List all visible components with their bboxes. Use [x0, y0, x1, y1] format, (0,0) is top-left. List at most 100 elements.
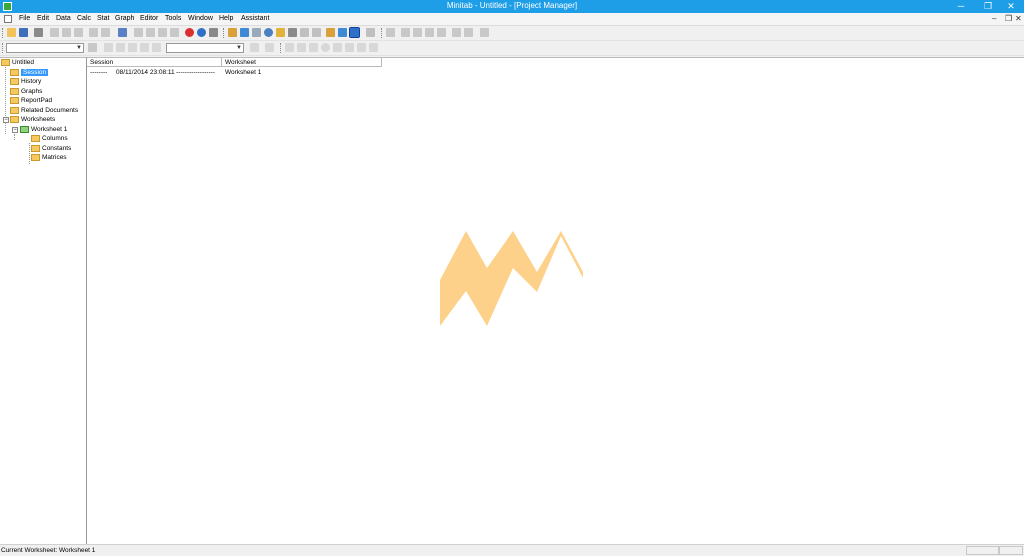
menu-help[interactable]: Help: [219, 15, 233, 22]
swap-icon[interactable]: [152, 43, 161, 52]
insert-cells-icon[interactable]: [134, 28, 143, 37]
last-dialog-icon[interactable]: [118, 28, 127, 37]
marker-tool-icon[interactable]: [357, 43, 366, 52]
stat-guide-icon[interactable]: [209, 28, 218, 37]
help-icon[interactable]: [197, 28, 206, 37]
polygon-tool-icon[interactable]: [345, 43, 354, 52]
crosshair-icon[interactable]: [128, 43, 137, 52]
delete-icon[interactable]: [250, 43, 259, 52]
menu-stat[interactable]: Stat: [97, 15, 109, 22]
expander-worksheet1[interactable]: −: [12, 127, 18, 133]
tree-item-related-documents[interactable]: Related Documents: [10, 106, 78, 115]
info-icon[interactable]: [264, 28, 273, 37]
folder-icon: [10, 87, 19, 95]
manage-graphs-icon[interactable]: [312, 28, 321, 37]
related-docs-icon[interactable]: [300, 28, 309, 37]
tree-item-session[interactable]: Session: [10, 68, 49, 77]
menu-bar: File Edit Data Calc Stat Graph Editor To…: [0, 13, 1024, 26]
polyline-tool-icon[interactable]: [369, 43, 378, 52]
tree-item-constants[interactable]: Constants: [31, 144, 71, 153]
tree-item-matrices[interactable]: Matrices: [31, 153, 67, 162]
flag-icon[interactable]: [140, 43, 149, 52]
cut-icon[interactable]: [50, 28, 59, 37]
graph-layout-icon[interactable]: [366, 28, 375, 37]
set-id-icon[interactable]: [464, 28, 473, 37]
formula-icon[interactable]: [386, 28, 395, 37]
toolbar-grip[interactable]: [280, 43, 283, 53]
menu-calc[interactable]: Calc: [77, 15, 91, 22]
find-next-icon[interactable]: [170, 28, 179, 37]
menu-editor[interactable]: Editor: [140, 15, 158, 22]
cancel-icon[interactable]: [185, 28, 194, 37]
menu-graph[interactable]: Graph: [115, 15, 134, 22]
select-tool-icon[interactable]: [104, 43, 113, 52]
toolbar-grip[interactable]: [223, 28, 226, 38]
open-icon[interactable]: [7, 28, 16, 37]
clear-icon[interactable]: [480, 28, 489, 37]
tree-item-columns[interactable]: Columns: [31, 134, 68, 143]
insert-rows-icon[interactable]: [146, 28, 155, 37]
show-session-icon[interactable]: [349, 27, 360, 38]
menu-tools[interactable]: Tools: [165, 15, 181, 22]
mdi-minimize-button[interactable]: –: [992, 14, 996, 23]
redo-icon[interactable]: [101, 28, 110, 37]
mdi-restore-button[interactable]: ❐: [1005, 14, 1012, 23]
paste-icon[interactable]: [74, 28, 83, 37]
pointer-icon[interactable]: [285, 43, 294, 52]
graph-element-combo[interactable]: ▼: [166, 43, 244, 53]
undo-icon[interactable]: [89, 28, 98, 37]
status-cell: [999, 546, 1023, 555]
tree-item-history[interactable]: History: [10, 77, 41, 86]
text-tool-icon[interactable]: [297, 43, 306, 52]
session-timestamp[interactable]: 08/11/2014 23:08:11: [116, 69, 175, 76]
copy-icon[interactable]: [62, 28, 71, 37]
line-tool-icon[interactable]: [333, 43, 342, 52]
close-button[interactable]: ✕: [1000, 0, 1022, 13]
tree-item-untitled[interactable]: Untitled: [1, 58, 34, 67]
toolbar-grip[interactable]: [2, 28, 5, 38]
move-column-icon[interactable]: [437, 28, 446, 37]
menu-window[interactable]: Window: [188, 15, 213, 22]
tree-item-reportpad[interactable]: ReportPad: [10, 96, 52, 105]
session-window-icon[interactable]: [228, 28, 237, 37]
expander-worksheets[interactable]: −: [3, 117, 9, 123]
pen-tool-icon[interactable]: [116, 43, 125, 52]
column-header-worksheet[interactable]: Worksheet: [222, 58, 382, 67]
menu-edit[interactable]: Edit: [37, 15, 49, 22]
history-icon[interactable]: [276, 28, 285, 37]
brush-icon[interactable]: [401, 28, 410, 37]
toolbar-grip[interactable]: [2, 43, 5, 53]
toolbar-grip[interactable]: [381, 28, 384, 38]
worksheet-cell[interactable]: Worksheet 1: [225, 69, 261, 76]
maximize-button[interactable]: ❐: [977, 0, 999, 13]
brush-tool-icon[interactable]: [88, 43, 97, 52]
show-worksheet-icon[interactable]: [338, 28, 347, 37]
worksheet-combo[interactable]: ▼: [6, 43, 84, 53]
zoom-icon[interactable]: [265, 43, 274, 52]
mdi-close-button[interactable]: ✕: [1015, 14, 1022, 23]
insert-row-icon[interactable]: [413, 28, 422, 37]
document-icon[interactable]: [4, 15, 12, 23]
reportpad-icon[interactable]: [288, 28, 297, 37]
current-worksheet-status: Current Worksheet: Worksheet 1: [1, 547, 96, 554]
find-icon[interactable]: [158, 28, 167, 37]
folder-icon: [31, 144, 40, 152]
data-window-icon[interactable]: [240, 28, 249, 37]
menu-assistant[interactable]: Assistant: [241, 15, 269, 22]
tree-item-worksheets[interactable]: Worksheets: [10, 115, 55, 124]
ellipse-tool-icon[interactable]: [321, 43, 330, 52]
edit-pencil-icon[interactable]: [452, 28, 461, 37]
print-icon[interactable]: [34, 28, 43, 37]
menu-file[interactable]: File: [19, 15, 30, 22]
save-icon[interactable]: [19, 28, 28, 37]
tree-item-graphs[interactable]: Graphs: [10, 87, 42, 96]
project-manager-icon[interactable]: [326, 28, 335, 37]
minimize-button[interactable]: ─: [950, 0, 972, 13]
menu-data[interactable]: Data: [56, 15, 71, 22]
tree-item-worksheet1[interactable]: Worksheet 1: [20, 125, 67, 134]
insert-column-icon[interactable]: [425, 28, 434, 37]
rectangle-tool-icon[interactable]: [309, 43, 318, 52]
graph-window-icon[interactable]: [252, 28, 261, 37]
column-header-session[interactable]: Session: [87, 58, 222, 67]
standard-toolbar: [0, 26, 1024, 41]
